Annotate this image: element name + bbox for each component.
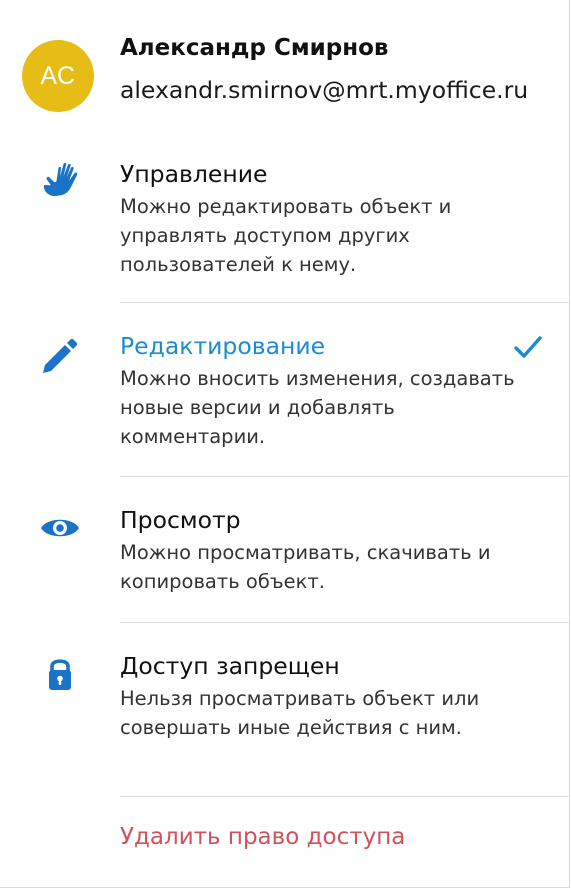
option-manage[interactable]: Управление Можно редактировать объект и … (0, 150, 570, 302)
divider (120, 476, 570, 477)
user-header: АС Александр Смирнов alexandr.smirnov@mr… (0, 0, 570, 130)
option-description: Можно редактировать объект и управлять д… (120, 195, 452, 276)
option-edit[interactable]: Редактирование Можно вносить изменения, … (0, 322, 570, 476)
divider (120, 796, 570, 797)
option-title: Доступ запрещен (120, 652, 340, 680)
option-description: Нельзя просматривать объект или совершат… (120, 687, 480, 739)
avatar: АС (22, 40, 94, 112)
option-title: Просмотр (120, 506, 241, 534)
option-view[interactable]: Просмотр Можно просматривать, скачивать … (0, 496, 570, 622)
pencil-icon (40, 336, 80, 376)
option-deny[interactable]: Доступ запрещен Нельзя просматривать объ… (0, 642, 570, 796)
eye-icon (40, 508, 80, 548)
user-name: Александр Смирнов (120, 35, 389, 61)
lock-icon (40, 654, 80, 694)
option-description: Можно просматривать, скачивать и копиров… (120, 541, 491, 593)
option-description: Можно вносить изменения, создавать новые… (120, 367, 515, 448)
divider (120, 302, 570, 303)
option-title: Управление (120, 160, 268, 188)
access-rights-panel: АС Александр Смирнов alexandr.smirnov@mr… (0, 0, 570, 888)
checkmark-icon (512, 331, 544, 363)
option-title: Редактирование (120, 332, 326, 360)
remove-access-button[interactable]: Удалить право доступа (120, 820, 405, 854)
hand-icon (40, 160, 80, 200)
divider (120, 622, 570, 623)
user-email: alexandr.smirnov@mrt.myoffice.ru (120, 76, 529, 104)
